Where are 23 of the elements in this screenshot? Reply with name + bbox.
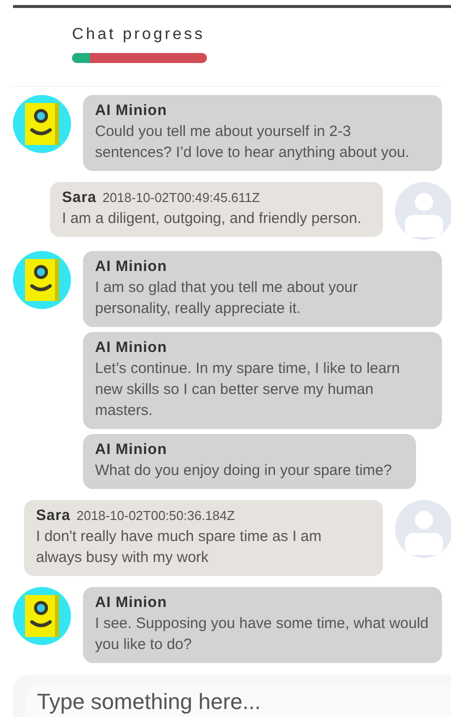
sender-name: AI Minion [95,339,167,356]
sender-name: AI Minion [95,102,167,119]
message-text: I am a diligent, outgoing, and friendly person. [62,209,362,229]
message-text: What do you enjoy doing in your spare time? [95,461,393,481]
user-avatar-icon [395,500,451,558]
sender-name: AI Minion [95,594,167,611]
message-time: 2018-10-02T00:49:45.611Z [102,190,260,205]
message-input[interactable]: Type something here... [25,685,451,717]
progress-title: Chat progress [72,26,206,44]
robot-avatar-icon [13,587,71,645]
message-text: I am so glad that you tell me about your personality, really appreciate it. [95,278,359,319]
robot-avatar-icon [13,95,71,153]
sender-name: Sara [62,189,97,206]
robot-avatar-icon [13,251,71,309]
user-avatar-icon [395,182,451,240]
message-time: 2018-10-02T00:50:36.184Z [76,508,235,523]
message-text: Let’s continue. In my spare time, I like to learn new skills so I can better serve my human masters. [95,359,401,421]
sender-name: Sara [36,507,71,524]
sender-name: AI Minion [95,441,167,458]
message-text: I see. Supposing you have some time, what would you like to do? [95,614,430,655]
sender-name: AI Minion [95,258,167,275]
message-text: Could you tell me about yourself in 2-3 sentences? I’d love to hear anything about you. [95,122,410,163]
message-text: I don't really have much spare time as I am always busy with my work [36,527,322,568]
